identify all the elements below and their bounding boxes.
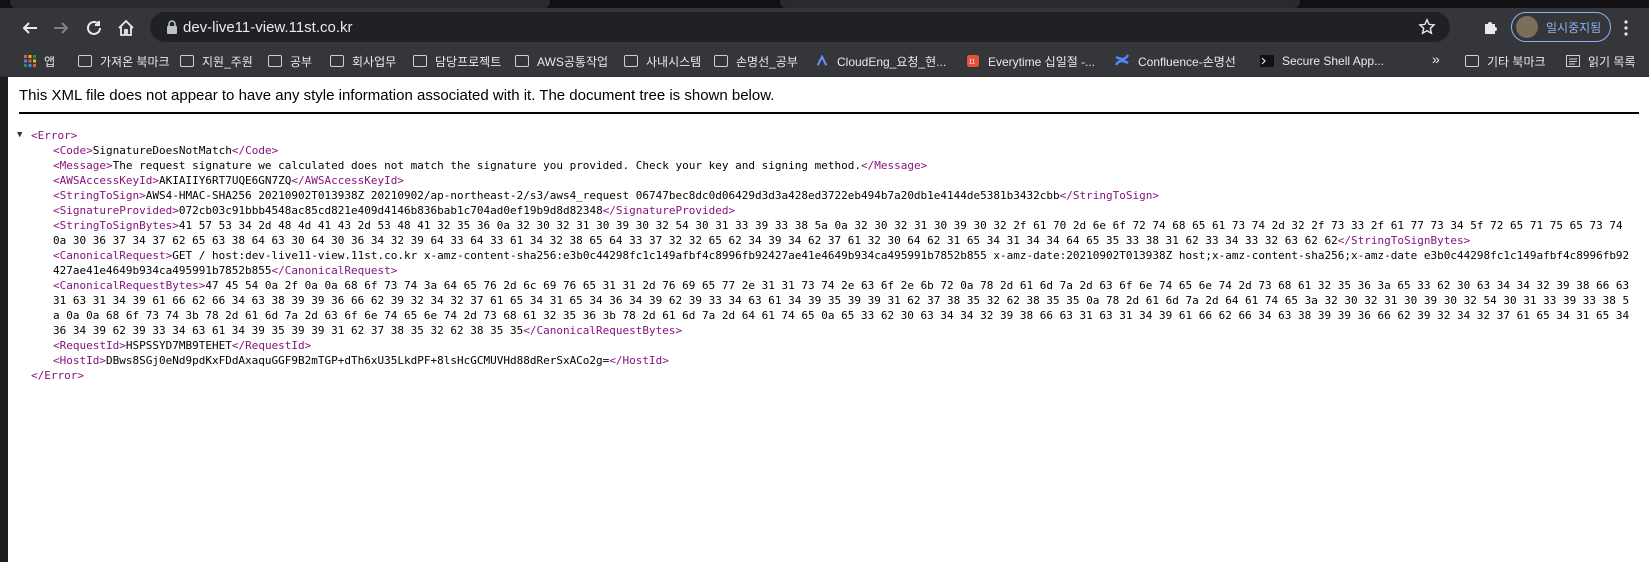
bookmark-label: 담당프로젝트 [435, 54, 502, 69]
forward-button[interactable] [47, 14, 75, 42]
bookmarks-overflow-chevron[interactable]: » [1432, 51, 1440, 67]
xml-no-style-notice: This XML file does not appear to have an… [19, 87, 775, 104]
bookmark-confluence[interactable]: Confluence-손명선 [1114, 52, 1236, 70]
bookmark-folder[interactable]: 가져온 북마크 [78, 52, 170, 70]
bookmark-secure-shell[interactable]: Secure Shell App... [1260, 52, 1384, 70]
reading-list-icon [1566, 55, 1580, 67]
svg-text:11: 11 [969, 60, 976, 66]
bookmark-folder-other[interactable]: 기타 북마크 [1465, 52, 1546, 70]
bookmark-label: 읽기 목록 [1588, 54, 1636, 69]
reload-icon [87, 20, 101, 35]
confluence-icon [1114, 54, 1130, 66]
page-content: This XML file does not appear to have an… [8, 77, 1649, 562]
cloudeng-icon [816, 55, 828, 66]
folder-icon [78, 55, 92, 67]
bookmark-label: Everytime 십일절 -... [988, 54, 1096, 69]
browser-toolbar: dev-live11-view.11st.co.kr 일시중지됨 [0, 8, 1649, 46]
back-button[interactable] [16, 14, 44, 42]
bookmarks-bar: 앱 가져온 북마크 지원_주원 공부 회사업무 담당프로젝트 AWS공통작업 사… [0, 46, 1649, 77]
bookmark-label: 앱 [44, 54, 56, 69]
xml-tree: ▼ <Error> <Code>SignatureDoesNotMatch</C… [17, 128, 1635, 383]
tab-strip [0, 0, 1649, 8]
reload-button[interactable] [80, 14, 108, 42]
collapse-toggle-icon[interactable]: ▼ [17, 128, 22, 143]
folder-icon [624, 55, 638, 67]
extensions-puzzle-icon[interactable] [1482, 18, 1500, 36]
bookmark-cloudeng[interactable]: CloudEng_요청_현... [815, 52, 946, 70]
bookmark-label: 사내시스템 [646, 54, 702, 69]
xml-element-request-id: <RequestId>HSPSSYD7MB9TEHET</RequestId> [53, 339, 312, 352]
xml-element-signature-provided: <SignatureProvided>072cb03c91bbb4548ac85… [53, 204, 736, 217]
folder-icon [1465, 55, 1479, 67]
home-icon [118, 19, 134, 36]
tab-inactive[interactable] [780, 0, 1300, 8]
bookmark-star-icon[interactable] [1418, 18, 1436, 36]
bookmark-label: 손명선_공부 [736, 54, 798, 69]
folder-icon [268, 55, 282, 67]
terminal-icon [1260, 55, 1274, 67]
profile-label: 일시중지됨 [1546, 20, 1602, 35]
divider [19, 112, 1639, 114]
folder-icon [330, 55, 344, 67]
xml-root-open: <Error> [31, 129, 78, 142]
bookmark-folder[interactable]: 손명선_공부 [714, 52, 798, 70]
folder-icon [413, 55, 427, 67]
xml-element-string-to-sign-bytes: <StringToSignBytes>41 57 53 34 2d 48 4d … [53, 219, 1623, 247]
folder-icon [714, 55, 728, 67]
bookmark-folder[interactable]: 지원_주원 [180, 52, 253, 70]
bookmark-folder[interactable]: 공부 [268, 52, 312, 70]
bookmark-folder[interactable]: AWS공통작업 [515, 52, 608, 70]
bookmark-label: Confluence-손명선 [1138, 54, 1236, 69]
xml-element-host-id: <HostId>DBws8SGj0eNd9pdKxFDdAxaquGGF9B2m… [53, 354, 669, 367]
bookmark-label: 가져온 북마크 [100, 54, 170, 69]
window-left-edge [0, 77, 8, 562]
bookmark-reading-list[interactable]: 읽기 목록 [1566, 52, 1636, 70]
bookmark-label: 공부 [290, 54, 313, 69]
xml-element-string-to-sign: <StringToSign>AWS4-HMAC-SHA256 20210902T… [53, 189, 1159, 202]
apps-grid-icon [24, 55, 36, 67]
tab-inactive[interactable] [10, 0, 550, 8]
bookmark-label: CloudEng_요청_현... [837, 54, 947, 69]
more-menu-icon[interactable] [1623, 19, 1629, 37]
lock-icon [167, 20, 177, 34]
bookmark-label: 지원_주원 [202, 54, 253, 69]
bookmark-everytime[interactable]: 11 Everytime 십일절 -... [966, 52, 1095, 70]
xml-element-code: <Code>SignatureDoesNotMatch</Code> [53, 144, 279, 157]
folder-icon [515, 55, 529, 67]
xml-element-canonical-request-bytes: <CanonicalRequestBytes>47 45 54 0a 2f 0a… [53, 279, 1630, 337]
home-button[interactable] [112, 14, 140, 42]
bookmark-label: Secure Shell App... [1282, 54, 1385, 68]
avatar [1516, 16, 1538, 38]
everytime-icon: 11 [967, 55, 979, 67]
xml-element-aws-access-key-id: <AWSAccessKeyId>AKIAIIY6RT7UQE6GN7ZQ</AW… [53, 174, 405, 187]
bookmark-label: 기타 북마크 [1487, 54, 1546, 69]
xml-element-message: <Message>The request signature we calcul… [53, 159, 928, 172]
back-arrow-icon [22, 22, 37, 34]
bookmark-label: 회사업무 [352, 54, 397, 69]
forward-arrow-icon [54, 22, 69, 34]
bookmark-folder[interactable]: 회사업무 [330, 52, 396, 70]
bookmark-folder[interactable]: 사내시스템 [624, 52, 701, 70]
bookmark-apps[interactable]: 앱 [24, 52, 55, 70]
bookmark-folder[interactable]: 담당프로젝트 [413, 52, 501, 70]
url-text: dev-live11-view.11st.co.kr [183, 19, 353, 36]
folder-icon [180, 55, 194, 67]
address-bar[interactable]: dev-live11-view.11st.co.kr [150, 12, 1450, 42]
xml-element-canonical-request: <CanonicalRequest>GET / host:dev-live11-… [53, 249, 1630, 277]
xml-root-close: </Error> [31, 369, 84, 382]
profile-button[interactable]: 일시중지됨 [1511, 12, 1611, 42]
bookmark-label: AWS공통작업 [537, 54, 609, 69]
